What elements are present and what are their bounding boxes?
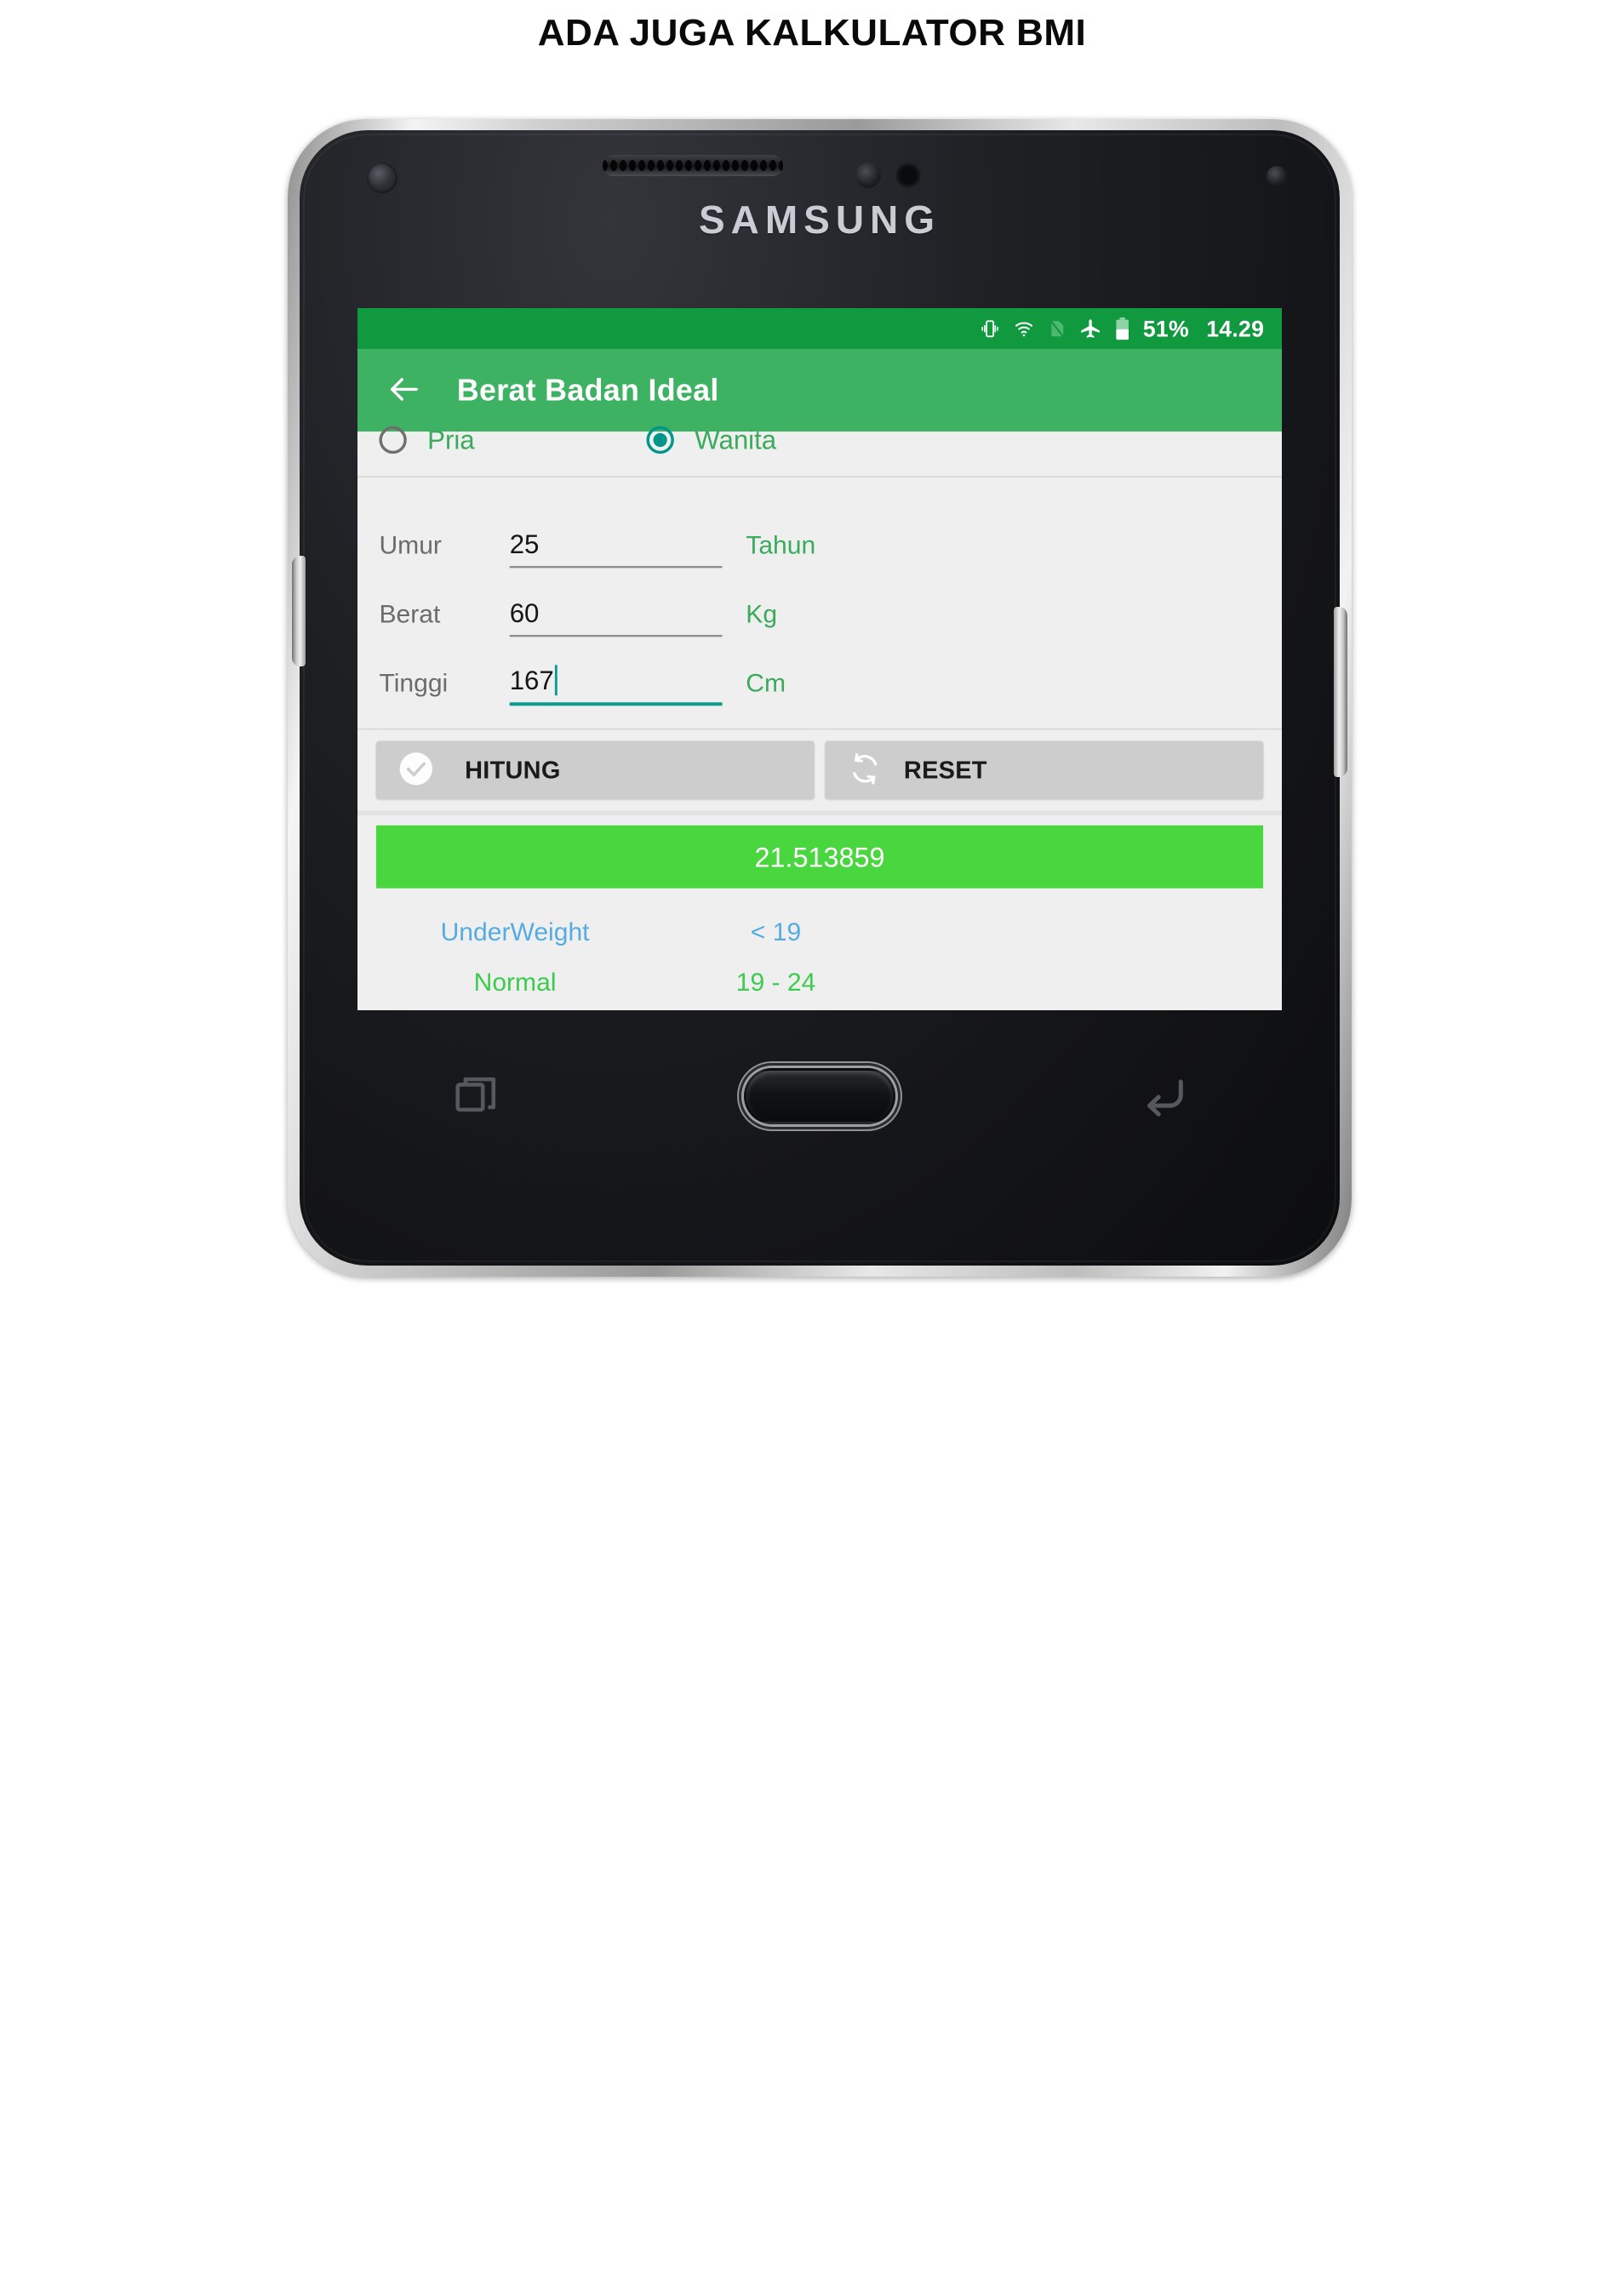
radio-unchecked-icon[interactable] [379, 426, 407, 454]
front-camera-icon [367, 163, 397, 193]
text-caret [554, 665, 558, 696]
input-umur[interactable]: 25 [509, 529, 723, 569]
home-button[interactable] [744, 1068, 895, 1124]
volume-button[interactable] [292, 556, 306, 666]
wifi-icon [1013, 317, 1034, 339]
led-indicator-icon [1267, 166, 1287, 186]
field-row-berat: Berat 60 Kg [357, 568, 1282, 637]
status-bar: 51% 14.29 [357, 308, 1282, 349]
earpiece-speaker-icon [603, 155, 783, 176]
recents-icon[interactable] [451, 1070, 500, 1123]
result-divider [357, 810, 1282, 816]
category-name-underweight: UnderWeight [440, 917, 590, 947]
table-row: Normal 19 - 24 [357, 957, 1282, 1008]
input-tinggi-value: 167 [509, 666, 554, 696]
hitung-label: HITUNG [465, 756, 561, 784]
radio-label-wanita: Wanita [695, 425, 777, 455]
radio-option-wanita[interactable]: Wanita [646, 425, 776, 455]
action-button-row: HITUNG RESET [357, 729, 1282, 811]
back-arrow-icon[interactable] [386, 371, 423, 410]
table-row: UnderWeight < 19 [357, 907, 1282, 957]
hitung-button[interactable]: HITUNG [375, 740, 815, 799]
field-row-umur: Umur 25 Tahun [357, 499, 1282, 569]
reset-label: RESET [903, 756, 987, 784]
status-time: 14.29 [1206, 315, 1265, 342]
bmi-result-value: 21.513859 [754, 841, 885, 873]
radio-checked-icon[interactable] [646, 426, 674, 454]
app-bar: Berat Badan Ideal [357, 348, 1282, 432]
unit-berat: Kg [746, 599, 778, 629]
check-circle-icon [397, 749, 435, 790]
input-berat[interactable]: 60 [509, 598, 723, 637]
proximity-sensor-icon [855, 163, 881, 188]
no-sim-icon [1047, 317, 1066, 339]
battery-percent: 51% [1142, 315, 1189, 342]
unit-tinggi: Cm [746, 668, 786, 698]
battery-icon [1114, 317, 1131, 340]
page-heading: Berat Badan Ideal [456, 373, 719, 408]
field-row-tinggi: Tinggi 167 Cm [357, 637, 1282, 706]
bmi-result-bar: 21.513859 [375, 825, 1264, 889]
radio-option-pria[interactable]: Pria [379, 425, 475, 455]
gender-selector-row: Pria Wanita [357, 426, 1282, 477]
label-tinggi: Tinggi [379, 668, 449, 698]
phone-device: SAMSUNG 51% 14.29 Berat Badan Ideal Pria… [288, 119, 1352, 1277]
input-tinggi[interactable]: 167 [509, 665, 723, 706]
input-form: Umur 25 Tahun Berat 60 Kg Tinggi 167 Cm [357, 477, 1282, 730]
category-name-normal: Normal [473, 968, 557, 997]
category-range-underweight: < 19 [750, 917, 802, 947]
label-berat: Berat [379, 599, 441, 629]
page-title: ADA JUGA KALKULATOR BMI [537, 12, 1087, 54]
phone-screen: 51% 14.29 Berat Badan Ideal Pria Wanita … [357, 308, 1282, 1010]
refresh-icon [846, 749, 884, 790]
hardware-nav-bar [357, 1032, 1282, 1160]
light-sensor-icon [895, 163, 921, 188]
table-row: OverWeight 24 - 30 [357, 1008, 1282, 1010]
unit-umur: Tahun [746, 530, 816, 560]
phone-chassis: SAMSUNG 51% 14.29 Berat Badan Ideal Pria… [292, 130, 1347, 1266]
label-umur: Umur [379, 530, 442, 560]
radio-label-pria: Pria [427, 425, 475, 455]
reset-button[interactable]: RESET [825, 740, 1264, 799]
power-button[interactable] [1334, 607, 1347, 777]
back-nav-icon[interactable] [1139, 1070, 1188, 1123]
category-range-normal: 19 - 24 [735, 968, 816, 997]
airplane-mode-icon [1079, 317, 1102, 340]
brand-logo: SAMSUNG [698, 197, 941, 242]
bmi-category-table: UnderWeight < 19 Normal 19 - 24 OverWeig… [357, 888, 1282, 1010]
vibrate-icon [979, 317, 1000, 339]
